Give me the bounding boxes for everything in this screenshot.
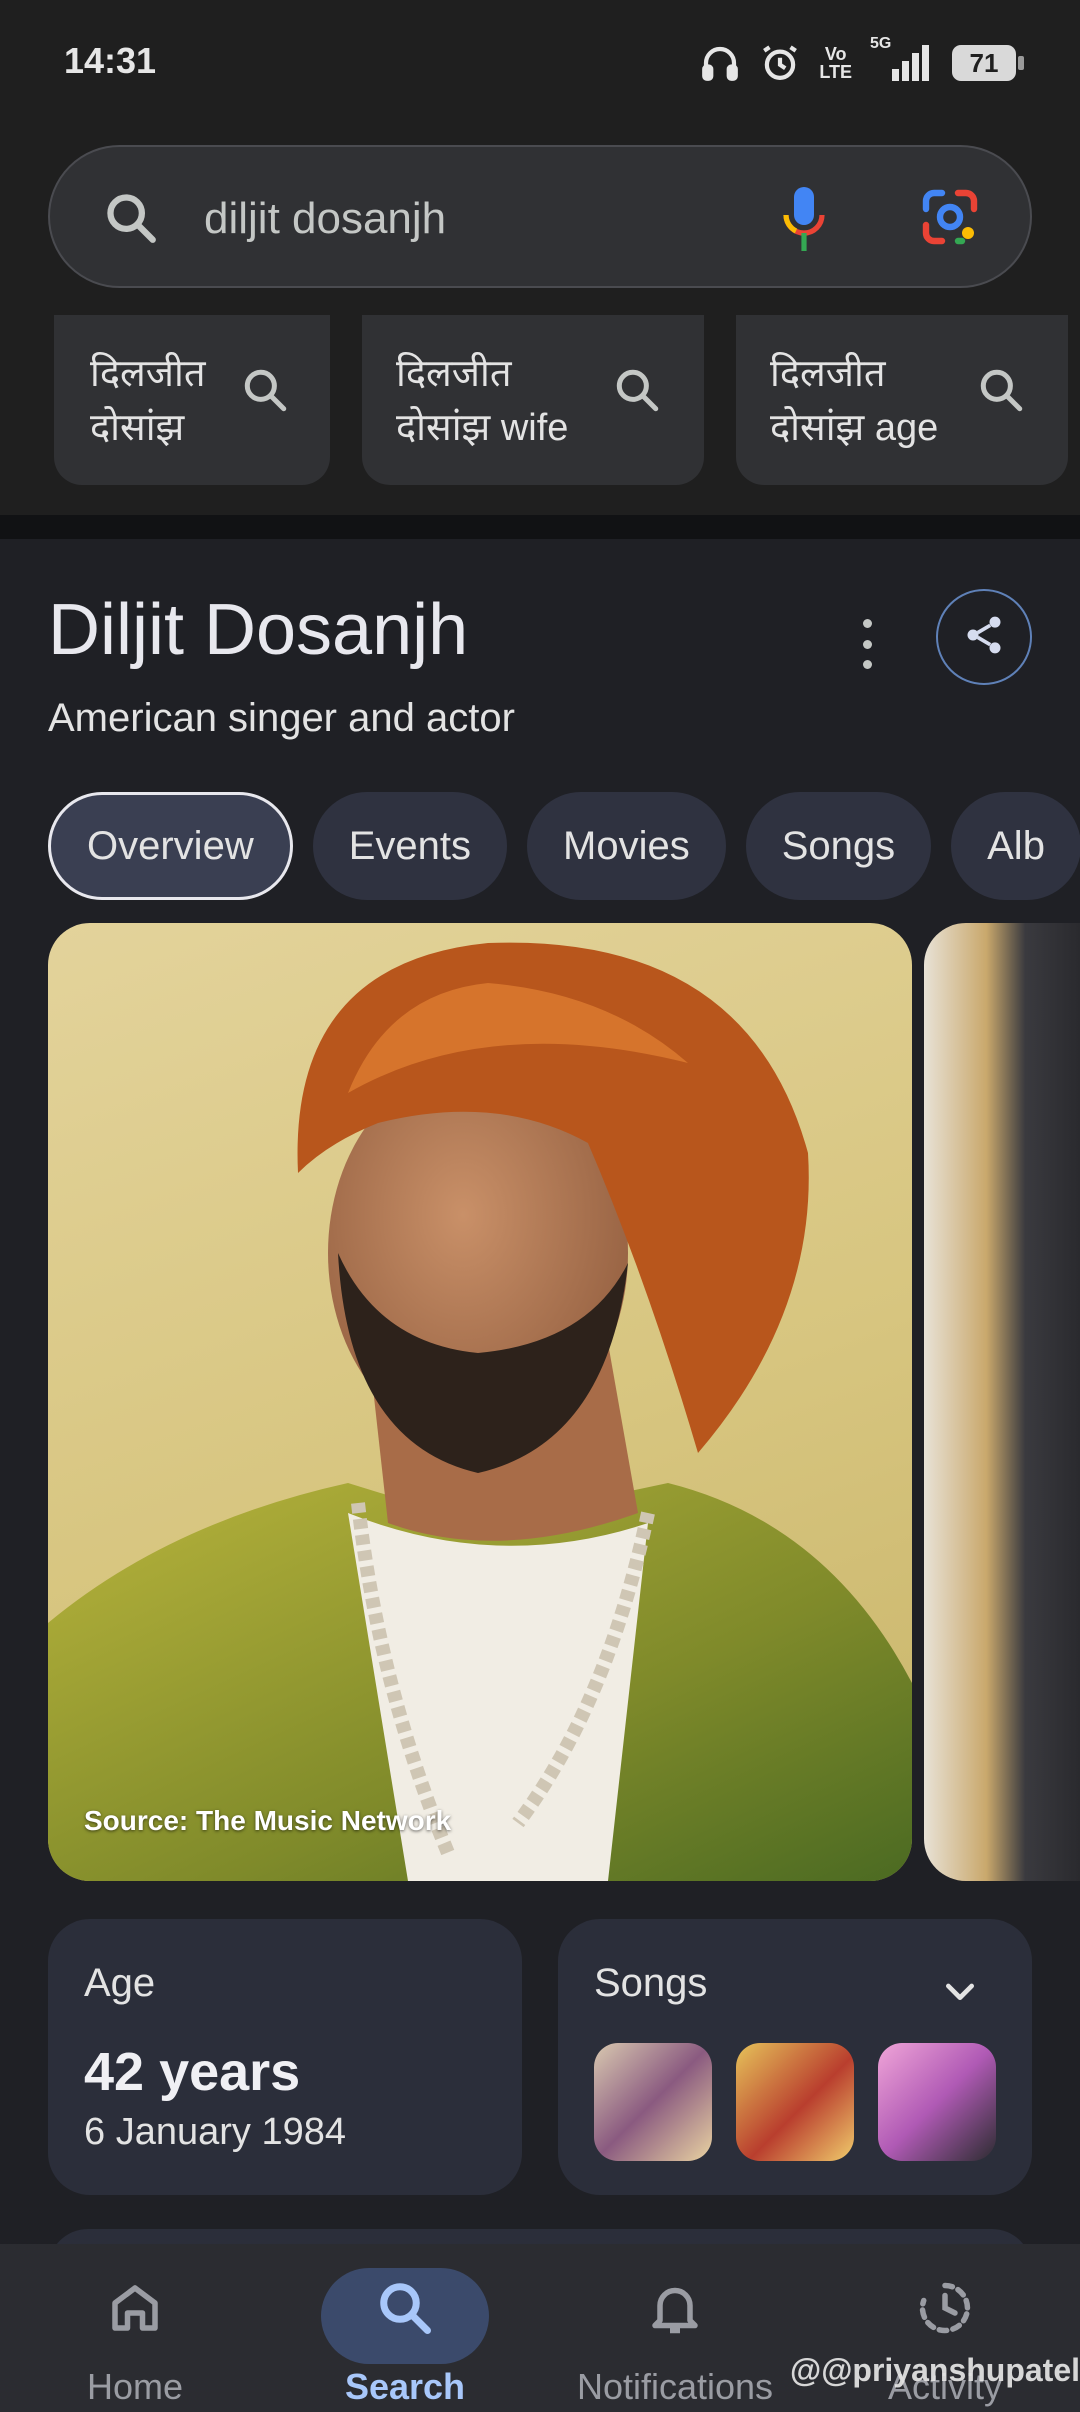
songs-card[interactable]: Songs [558,1919,1032,2195]
suggestion-line1: दिलजीत [90,353,206,395]
nav-notifications-label: Notifications [576,2366,774,2407]
entity-subtitle: American singer and actor [48,696,515,740]
network-label: 5G [870,35,892,52]
chevron-down-icon[interactable] [940,1971,980,2016]
song-thumbnail[interactable] [594,2043,712,2161]
5g-signal-icon: 5G [870,35,934,83]
battery-level: 71 [969,47,999,78]
search-icon [240,365,290,420]
entity-tabs: Overview Events Movies Songs Alb [48,792,1080,900]
suggestion-chip-3[interactable]: दिलजीत दोसांझ age [736,315,1068,485]
volte-icon: Vo LTE [819,45,852,81]
status-time: 14:31 [64,40,157,81]
suggestion-line2: दोसांझ [90,407,185,449]
bell-icon [645,2278,705,2343]
entity-photo[interactable]: Source: The Music Network [48,923,912,1881]
song-thumbnail[interactable] [878,2043,996,2161]
search-area: दिलजीत दोसांझ दिलजीत दोसांझ wife दिलजीत … [0,125,1080,515]
watermark: @@priyanshupatel [790,2352,1080,2388]
age-card[interactable]: Age 42 years 6 January 1984 [48,1919,522,2195]
age-label: Age [84,1961,156,2005]
tab-overview[interactable]: Overview [48,792,293,900]
status-bar: 14:31 Vo LTE 5G 71 [0,0,1080,125]
birth-date: 6 January 1984 [84,2111,346,2153]
alarm-icon [759,42,801,84]
share-button[interactable] [936,589,1032,685]
share-icon [962,613,1006,662]
search-icon [375,2278,435,2343]
search-icon[interactable] [102,189,160,252]
song-thumbnail[interactable] [736,2043,854,2161]
history-icon [915,2278,975,2343]
nav-home[interactable]: Home [0,2256,270,2412]
section-divider [0,515,1080,539]
songs-label: Songs [594,1961,708,2005]
nav-search-label: Search [344,2366,466,2407]
age-value: 42 years [84,2042,301,2102]
search-icon [612,365,662,420]
search-input[interactable] [204,189,764,249]
entity-photo-next[interactable] [924,923,1080,1881]
suggestion-chip-2[interactable]: दिलजीत दोसांझ wife [362,315,704,485]
status-icons: Vo LTE 5G 71 [699,35,1024,88]
portrait-illustration [48,942,912,1881]
home-icon [105,2278,165,2343]
entity-title: Diljit Dosanjh [48,590,469,670]
nav-notifications[interactable]: Notifications [540,2256,810,2412]
tab-events[interactable]: Events [312,792,507,900]
more-options-icon[interactable] [855,619,879,669]
tab-albums[interactable]: Alb [951,792,1080,900]
mic-icon[interactable] [782,185,826,258]
knowledge-panel: Diljit Dosanjh American singer and actor… [0,539,1080,2269]
battery-icon: 71 [952,45,1024,81]
nav-search[interactable]: Search [270,2256,540,2412]
tab-movies[interactable]: Movies [527,792,726,900]
photo-source: Source: The Music Network [84,1805,452,1836]
tab-songs[interactable]: Songs [745,792,932,900]
headphones-icon [699,42,741,84]
suggestion-row: दिलजीत दोसांझ दिलजीत दोसांझ wife दिलजीत … [0,315,1080,485]
search-box[interactable] [48,145,1032,288]
volte-bottom-label: LTE [819,62,852,82]
nav-home-label: Home [86,2366,184,2407]
volte-top-label: Vo [824,44,847,64]
lens-icon[interactable] [920,187,980,252]
suggestion-chip-1[interactable]: दिलजीत दोसांझ [54,315,330,485]
search-icon [976,365,1026,420]
